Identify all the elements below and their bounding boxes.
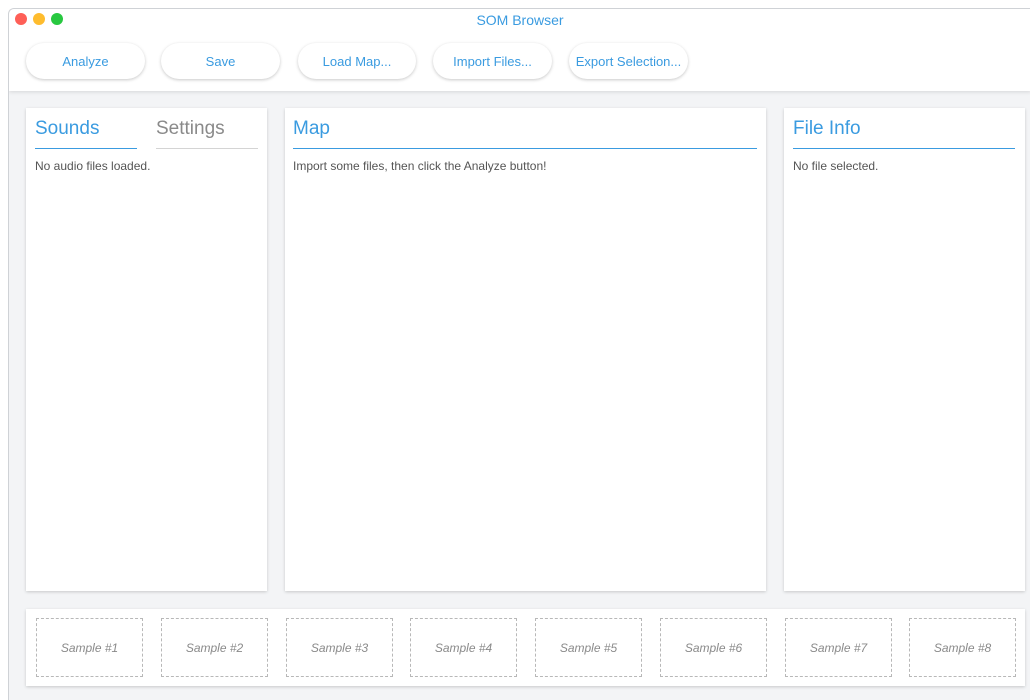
sample-slot-2[interactable]: Sample #2 — [161, 618, 268, 677]
window-title: SOM Browser — [476, 12, 564, 28]
load-map-button[interactable]: Load Map... — [298, 43, 416, 79]
app-window: SOM Browser Analyze Save Load Map... Imp… — [8, 8, 1030, 700]
analyze-button[interactable]: Analyze — [26, 43, 145, 79]
sample-slot-4[interactable]: Sample #4 — [410, 618, 517, 677]
tab-sounds-underline — [35, 148, 137, 149]
export-selection-button[interactable]: Export Selection... — [569, 43, 688, 79]
sounds-settings-panel: Sounds Settings No audio files loaded. — [26, 108, 267, 591]
sample-slot-8[interactable]: Sample #8 — [909, 618, 1016, 677]
sample-slot-7[interactable]: Sample #7 — [785, 618, 892, 677]
sample-slot-1[interactable]: Sample #1 — [36, 618, 143, 677]
toolbar: SOM Browser Analyze Save Load Map... Imp… — [9, 9, 1030, 91]
import-files-button[interactable]: Import Files... — [433, 43, 552, 79]
tab-settings-underline — [156, 148, 258, 149]
save-button[interactable]: Save — [161, 43, 280, 79]
file-info-message: No file selected. — [793, 159, 879, 173]
file-info-title-underline — [793, 148, 1015, 149]
map-title-underline — [293, 148, 757, 149]
file-info-panel: File Info No file selected. — [784, 108, 1025, 591]
sounds-empty-message: No audio files loaded. — [35, 159, 151, 173]
tab-settings[interactable]: Settings — [156, 118, 225, 140]
sample-slot-5[interactable]: Sample #5 — [535, 618, 642, 677]
map-title: Map — [293, 118, 330, 139]
file-info-title: File Info — [793, 118, 861, 139]
map-message: Import some files, then click the Analyz… — [293, 159, 547, 173]
sample-slot-3[interactable]: Sample #3 — [286, 618, 393, 677]
map-panel: Map Import some files, then click the An… — [285, 108, 766, 591]
tab-sounds[interactable]: Sounds — [35, 118, 99, 140]
samples-strip: Sample #1 Sample #2 Sample #3 Sample #4 … — [26, 609, 1025, 686]
sample-slot-6[interactable]: Sample #6 — [660, 618, 767, 677]
